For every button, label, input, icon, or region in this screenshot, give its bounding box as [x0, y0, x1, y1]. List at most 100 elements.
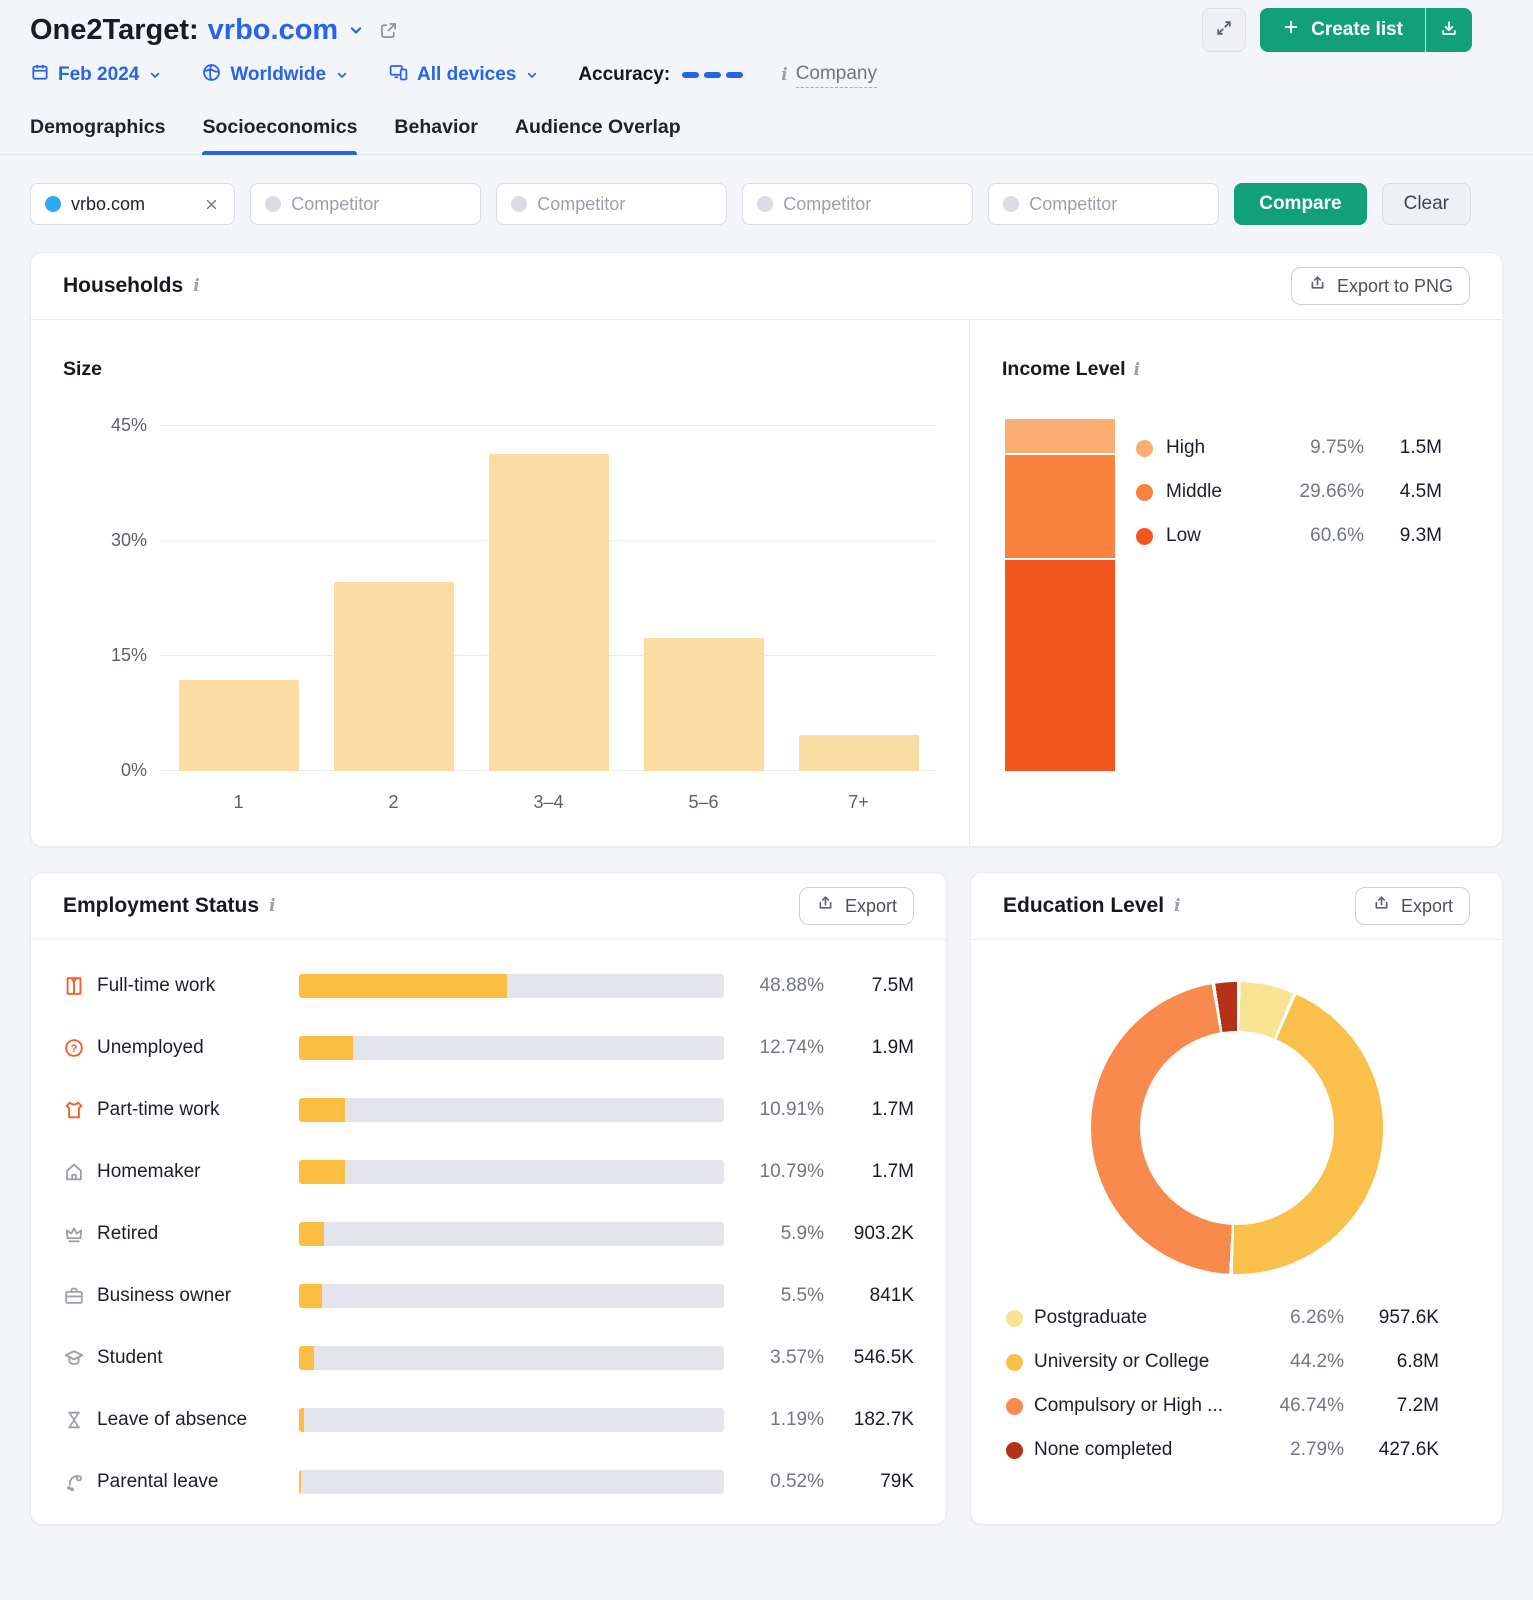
region-filter[interactable]: Worldwide [201, 62, 350, 89]
size-bar-1[interactable] [178, 679, 299, 771]
globe-icon [201, 62, 222, 89]
competitor-input-2[interactable] [496, 183, 728, 225]
company-link[interactable]: i Company [781, 63, 878, 88]
selected-domain-chip[interactable]: vrbo.com [30, 183, 236, 225]
employment-value: 7.5M [871, 975, 914, 996]
employment-bar[interactable] [299, 1036, 724, 1060]
employment-percent: 3.57% [770, 1347, 824, 1368]
size-bar-2[interactable] [333, 582, 454, 771]
legend-value: 6.8M [1396, 1351, 1439, 1372]
competitor-field[interactable] [783, 193, 959, 215]
employment-bar[interactable] [299, 1284, 724, 1308]
compare-bar: vrbo.com Compare Clear [30, 183, 1503, 225]
employment-bar[interactable] [299, 1222, 724, 1246]
devices-filter[interactable]: All devices [388, 62, 540, 89]
competitor-field[interactable] [1029, 193, 1205, 215]
tab-bar: Demographics Socioeconomics Behavior Aud… [0, 116, 1533, 155]
close-icon[interactable] [203, 196, 220, 213]
legend-value: 7.2M [1396, 1395, 1439, 1416]
devices-icon [388, 62, 409, 89]
employment-bar-fill [299, 1098, 346, 1122]
download-button[interactable] [1425, 8, 1472, 52]
competitor-input-4[interactable] [988, 183, 1220, 225]
employment-value: 182.7K [853, 1409, 914, 1430]
employment-value: 841K [869, 1285, 914, 1306]
employment-bar[interactable] [299, 1160, 724, 1184]
expand-button[interactable] [1202, 8, 1247, 52]
page-title-domain[interactable]: vrbo.com [208, 14, 339, 47]
legend-value: 9.3M [1399, 525, 1442, 546]
competitor-field[interactable] [291, 193, 467, 215]
income-legend-row[interactable]: Low 60.6% 9.3M [1136, 514, 1442, 558]
legend-label: Postgraduate [1034, 1307, 1148, 1328]
household-size-section: Size 0% 15% 30% 45% 1 2 3–4 5–6 7+ [31, 320, 969, 846]
compare-button[interactable]: Compare [1234, 183, 1367, 225]
export-to-png-button[interactable]: Export to PNG [1290, 267, 1470, 305]
employment-percent: 0.52% [770, 1471, 824, 1492]
employment-label: Student [97, 1347, 163, 1368]
info-icon[interactable]: i [193, 276, 199, 296]
education-legend-row[interactable]: None completed 2.79% 427.6K [1006, 1428, 1439, 1472]
size-bar-7+[interactable] [798, 734, 919, 771]
competitor-color-dot [757, 196, 774, 212]
legend-label: Low [1166, 525, 1201, 546]
income-segment-high[interactable] [1005, 419, 1115, 454]
page-title: One2Target: vrbo.com [30, 14, 338, 47]
employment-label: Parental leave [97, 1471, 219, 1492]
clear-button[interactable]: Clear [1381, 183, 1471, 225]
gridline [161, 425, 936, 426]
employment-bar[interactable] [299, 1408, 724, 1432]
income-legend-row[interactable]: High 9.75% 1.5M [1136, 426, 1442, 470]
info-icon[interactable]: i [1174, 896, 1180, 916]
competitor-input-3[interactable] [742, 183, 974, 225]
employment-percent: 5.9% [780, 1223, 824, 1244]
employment-bar-fill [299, 1222, 325, 1246]
legend-label: University or College [1034, 1351, 1210, 1372]
date-filter[interactable]: Feb 2024 [30, 62, 163, 88]
tab-demographics[interactable]: Demographics [30, 116, 165, 154]
legend-label: Middle [1166, 481, 1222, 502]
households-card: Households i Export to PNG Size 0% 15% 30%… [30, 252, 1503, 847]
employment-row: Retired 5.9% 903.2K [63, 1214, 914, 1254]
employment-bar[interactable] [299, 1470, 724, 1494]
employment-value: 1.7M [871, 1161, 914, 1182]
chevron-down-icon[interactable] [346, 20, 366, 40]
employment-bar[interactable] [299, 1346, 724, 1370]
pacifier-icon [63, 1471, 97, 1493]
create-list-button[interactable]: Create list [1260, 8, 1425, 52]
income-segment-low[interactable] [1005, 557, 1115, 771]
tab-socioeconomics[interactable]: Socioeconomics [202, 116, 357, 155]
legend-value: 427.6K [1378, 1439, 1439, 1460]
export-button[interactable]: Export [798, 887, 914, 925]
info-icon[interactable]: i [1134, 360, 1140, 380]
employment-rows: Full-time work 48.88% 7.5M? Unemployed 12.74… [31, 940, 946, 1502]
education-legend-row[interactable]: Compulsory or High ... 46.74% 7.2M [1006, 1384, 1439, 1428]
external-link-icon[interactable] [378, 20, 399, 41]
selected-domain-label: vrbo.com [71, 193, 146, 214]
tab-audience-overlap[interactable]: Audience Overlap [515, 116, 681, 154]
legend-color-dot [1006, 1353, 1023, 1371]
competitor-color-dot [511, 196, 528, 212]
x-axis-tick: 1 [233, 792, 244, 812]
employment-bar[interactable] [299, 974, 724, 998]
employment-bar[interactable] [299, 1098, 724, 1122]
size-bar-5–6[interactable] [643, 637, 764, 771]
employment-bar-fill [299, 1160, 345, 1184]
download-icon [1439, 19, 1459, 42]
suit-icon [63, 975, 97, 997]
info-icon[interactable]: i [269, 896, 275, 916]
education-legend-row[interactable]: University or College 44.2% 6.8M [1006, 1340, 1439, 1384]
x-axis-tick: 5–6 [688, 792, 719, 812]
education-donut-chart[interactable] [1090, 982, 1383, 1274]
income-segment-middle[interactable] [1005, 453, 1115, 558]
education-legend-row[interactable]: Postgraduate 6.26% 957.6K [1006, 1296, 1439, 1340]
header: One2Target: vrbo.com Create list [30, 0, 1503, 52]
tab-behavior[interactable]: Behavior [394, 116, 477, 154]
size-bar-3–4[interactable] [488, 453, 609, 771]
export-button[interactable]: Export [1354, 887, 1470, 925]
calendar-icon [30, 62, 50, 88]
competitor-field[interactable] [537, 193, 713, 215]
income-legend-row[interactable]: Middle 29.66% 4.5M [1136, 470, 1442, 514]
legend-percent: 9.75% [1310, 437, 1364, 458]
competitor-input-1[interactable] [250, 183, 482, 225]
